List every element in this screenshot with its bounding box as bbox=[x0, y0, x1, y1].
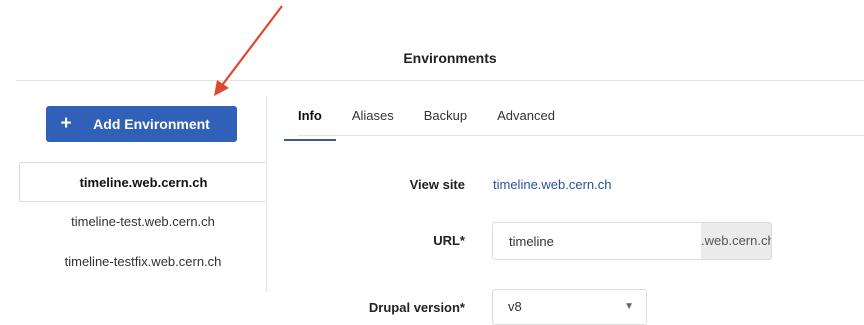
tabs-divider bbox=[298, 135, 864, 136]
add-environment-label: Add Environment bbox=[93, 116, 210, 132]
drupal-version-select[interactable]: v8 ▼ bbox=[492, 289, 647, 325]
drupal-version-value: v8 bbox=[508, 299, 522, 314]
header-divider bbox=[16, 80, 864, 81]
tab-bar: Info Aliases Backup Advanced bbox=[284, 102, 585, 141]
add-environment-button[interactable]: + Add Environment bbox=[46, 106, 237, 142]
tab-advanced[interactable]: Advanced bbox=[497, 102, 555, 136]
plus-icon: + bbox=[60, 113, 72, 134]
tab-info[interactable]: Info bbox=[284, 102, 336, 141]
url-suffix: .web.cern.ch bbox=[701, 223, 771, 259]
sidebar-divider bbox=[266, 96, 267, 292]
view-site-link[interactable]: timeline.web.cern.ch bbox=[493, 177, 612, 192]
environment-item-timeline[interactable]: timeline.web.cern.ch bbox=[19, 162, 267, 202]
url-input[interactable] bbox=[493, 223, 701, 259]
tab-aliases[interactable]: Aliases bbox=[352, 102, 394, 136]
url-input-group: .web.cern.ch bbox=[492, 222, 772, 260]
drupal-version-label: Drupal version* bbox=[368, 300, 465, 315]
tab-backup[interactable]: Backup bbox=[424, 102, 467, 136]
environment-item-timeline-testfix[interactable]: timeline-testfix.web.cern.ch bbox=[19, 242, 267, 282]
annotation-arrow-icon bbox=[214, 5, 283, 96]
chevron-down-icon: ▼ bbox=[624, 301, 634, 312]
page-title: Environments bbox=[403, 50, 497, 66]
environment-item-timeline-test[interactable]: timeline-test.web.cern.ch bbox=[19, 202, 267, 242]
view-site-label: View site bbox=[409, 177, 465, 192]
environment-list: timeline.web.cern.ch timeline-test.web.c… bbox=[19, 162, 267, 282]
url-label: URL* bbox=[433, 233, 465, 248]
